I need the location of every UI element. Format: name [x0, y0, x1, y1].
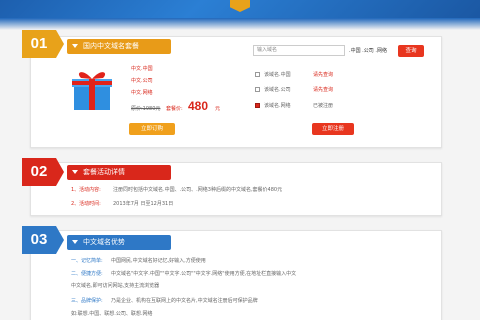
domain-suffix-text: .中国 .公司 .网络	[349, 48, 387, 54]
result-2-checkbox[interactable]	[255, 87, 260, 92]
advantage-2-label: 二、便捷方便:	[71, 271, 103, 277]
result-1-domain: 该域名.中国	[264, 72, 291, 78]
result-3-checkbox[interactable]	[255, 103, 260, 108]
activity-content-label: 1、活动内容:	[71, 187, 101, 193]
sale-price: 480	[188, 99, 209, 113]
caret-down-icon	[72, 44, 78, 48]
section-2-number: 02	[22, 158, 64, 186]
caret-down-icon	[72, 170, 78, 174]
domain-search-input[interactable]: 输入域名	[253, 45, 345, 56]
price-unit: 元	[215, 106, 221, 112]
advantage-3-label: 三、品牌保护:	[71, 298, 103, 304]
result-3-status: 已被注册	[313, 103, 334, 109]
section-1-panel: 国内中文域名套餐 中文.中国 中文.公司 中文.网络 原价:1980元 套餐价:…	[30, 36, 442, 148]
result-3-domain: 该域名.网络	[264, 103, 291, 109]
query-button[interactable]: 查询	[398, 45, 424, 57]
original-price: 原价:1980元	[131, 106, 161, 112]
section-2-panel: 套餐活动详情 1、活动内容: 注册同时包括中文域名.中国、.公司、.网络3种后缀…	[30, 162, 442, 216]
activity-content-text: 注册同时包括中文域名.中国、.公司、.网络3种后缀的中文域名,套餐价480元	[113, 187, 283, 193]
section-1-title: 国内中文域名套餐	[83, 42, 139, 50]
section-3-header: 中文域名优势	[67, 235, 171, 250]
product-2: 中文.公司	[131, 78, 153, 84]
section-3-title: 中文域名优势	[83, 238, 125, 246]
advantage-3-example: 如:联想.中国、联想.公司、联想.网络	[71, 311, 153, 317]
advantage-2-text: 中文域名"中文字.中国""中文字.公司""中文字.网络"使用方便,在地址栏直接输…	[111, 271, 297, 277]
product-3: 中文.网络	[131, 90, 153, 96]
gift-box-icon	[72, 72, 112, 110]
advantage-1-label: 一、记忆简单:	[71, 258, 103, 264]
section-1-number: 01	[22, 30, 64, 58]
advantage-2-text-cont: 中文域名,即可访问网站,支持主流浏览器	[71, 283, 160, 289]
advantage-3-text: 乃是企业、机构在互联网上的中文名片,中文域名注册后可保护品牌	[111, 298, 258, 304]
result-1-status: 请先查询	[313, 72, 334, 78]
caret-down-icon	[72, 240, 78, 244]
result-2-domain: 该域名.公司	[264, 87, 291, 93]
section-2-title: 套餐活动详情	[83, 168, 125, 176]
section-1-header: 国内中文域名套餐	[67, 39, 171, 54]
section-2-header: 套餐活动详情	[67, 165, 171, 180]
section-3-panel: 中文域名优势 一、记忆简单: 中国网民,中文域名好记忆,好输入,方便使用 二、便…	[30, 230, 442, 320]
buy-now-button[interactable]: 立即订购	[129, 123, 175, 135]
advantage-1-text: 中国网民,中文域名好记忆,好输入,方便使用	[111, 258, 206, 264]
register-now-button[interactable]: 立即注册	[312, 123, 354, 135]
sale-price-label: 套餐价:	[166, 106, 183, 112]
product-1: 中文.中国	[131, 66, 153, 72]
result-1-checkbox[interactable]	[255, 72, 260, 77]
section-3-number: 03	[22, 226, 64, 254]
activity-time-text: 2013年7月 日至12月31日	[113, 201, 174, 207]
result-2-status: 请先查询	[313, 87, 334, 93]
activity-time-label: 2、活动时间:	[71, 201, 101, 207]
